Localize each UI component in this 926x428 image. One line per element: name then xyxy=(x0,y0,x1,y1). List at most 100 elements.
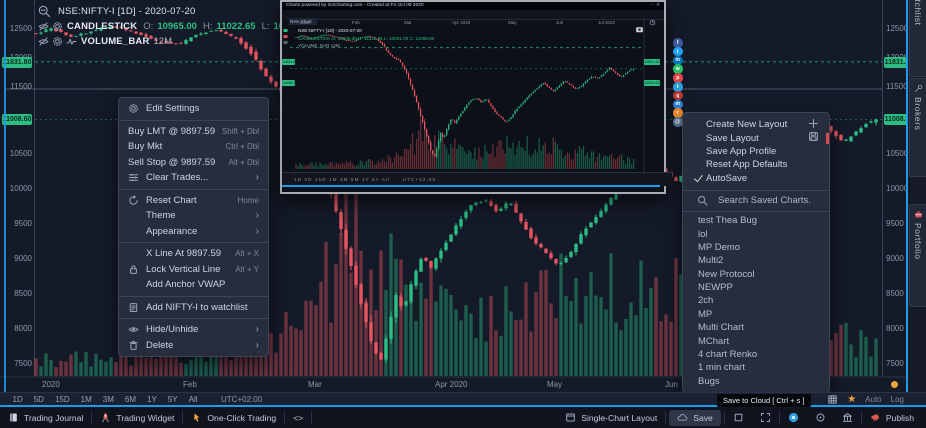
saved-chart-item[interactable]: MChart xyxy=(683,334,829,347)
toolbar-button-publish[interactable]: Publish xyxy=(862,408,922,428)
toolbar-button-[interactable]: <> xyxy=(285,408,311,428)
saved-chart-item[interactable]: 1 min chart xyxy=(683,361,829,374)
price-tag: 11008.60 xyxy=(2,114,32,125)
eye-slash-icon[interactable] xyxy=(38,21,49,32)
menu-item-sell-stop-9897-59[interactable]: Sell Stop @ 9897.59Alt + Dbl xyxy=(119,155,268,171)
menu-item-delete[interactable]: Delete› xyxy=(119,338,268,354)
layout-menu-item-label: AutoSave xyxy=(706,173,819,184)
preview-accent-line xyxy=(282,185,660,187)
layout-menu-item-reset-app-defaults[interactable]: Reset App Defaults xyxy=(683,158,829,171)
sidebar-tab-label: Brokers xyxy=(913,97,923,131)
open-value: 10965.00 xyxy=(157,21,197,32)
gear-icon[interactable] xyxy=(52,36,63,47)
toolbar-button-trading-journal[interactable]: Trading Journal xyxy=(0,408,91,428)
sidebar-tab-portfolio[interactable]: Portfolio xyxy=(909,204,926,307)
price-label: 9000 xyxy=(886,254,904,263)
submenu-chevron-icon: › xyxy=(256,172,259,183)
star-icon[interactable]: ★ xyxy=(847,395,856,405)
menu-item-edit-settings[interactable]: Edit Settings xyxy=(119,101,268,117)
sidebar-tab-brokers[interactable]: Brokers xyxy=(909,78,926,177)
menu-item-shortcut: Alt + X xyxy=(235,249,259,258)
saved-chart-item[interactable]: 4 chart Renko xyxy=(683,348,829,361)
zoom-out-icon[interactable] xyxy=(38,5,51,18)
menu-item-appearance[interactable]: Appearance› xyxy=(119,224,268,240)
eye-slash-icon[interactable] xyxy=(38,36,49,47)
timeframe-button-5y[interactable]: 5Y xyxy=(162,395,183,404)
timeframe-button-1m[interactable]: 1M xyxy=(75,395,97,404)
menu-item-x-line-at-9897-59[interactable]: X Line At 9897.59Alt + X xyxy=(119,246,268,262)
layout-menu-item-create-new-layout[interactable]: Create New Layout xyxy=(683,118,829,131)
layout-menu-item-autosave[interactable]: AutoSave xyxy=(683,172,829,185)
menu-item-hide-unhide[interactable]: Hide/Unhide› xyxy=(119,322,268,338)
camera-icon[interactable] xyxy=(635,25,644,34)
menu-item-add-nifty-i-to-watchlist[interactable]: Add NIFTY-I to watchlist xyxy=(119,300,268,316)
toolbar-button-label: <> xyxy=(293,413,303,423)
toolbar-button-one-click-trading[interactable]: One-Click Trading xyxy=(183,408,284,428)
saved-chart-item[interactable]: Bugs xyxy=(683,375,829,388)
doc-plus-icon xyxy=(128,302,139,313)
toolbar-button-trading-widget[interactable]: Trading Widget xyxy=(92,408,182,428)
saved-chart-item[interactable]: NEWPP xyxy=(683,281,829,294)
preview-ohlc: CANDLESTICK O: 10965.00 H: 11022.65 L: 1… xyxy=(298,36,434,41)
toolbar-button-ring[interactable] xyxy=(807,408,834,428)
menu-item-buy-lmt-9897-59[interactable]: Buy LMT @ 9897.59Shift + Dbl xyxy=(119,124,268,140)
layout-icon xyxy=(565,412,576,423)
timeframe-button-1d[interactable]: 1D xyxy=(7,395,28,404)
timezone-label[interactable]: UTC+02:00 xyxy=(221,395,262,404)
bottom-toolbar: Trading JournalTrading WidgetOne-Click T… xyxy=(0,408,926,428)
menu-item-label: Reset Chart xyxy=(146,195,238,206)
timeframe-button-15d[interactable]: 15D xyxy=(49,395,75,404)
toolbar-button-single-chart-layout[interactable]: Single-Chart Layout xyxy=(557,408,665,428)
menu-item-add-anchor-vwap[interactable]: Add Anchor VWAP xyxy=(119,277,268,293)
menu-item-shortcut: Ctrl + Dbl xyxy=(225,142,259,151)
grid-layout-icon[interactable] xyxy=(827,394,838,405)
toolbar-button-expand[interactable] xyxy=(752,408,779,428)
timeframe-button-3m[interactable]: 3M xyxy=(97,395,119,404)
saved-chart-item[interactable]: Multi Chart xyxy=(683,321,829,334)
auto-scale-button[interactable]: Auto xyxy=(865,395,881,404)
sidebar-tab-watchlist[interactable]: Watchlist xyxy=(909,0,926,77)
timeframe-button-6m[interactable]: 6M xyxy=(119,395,141,404)
toolbar-button-save[interactable]: Save xyxy=(669,410,721,426)
menu-item-clear-trades[interactable]: Clear Trades...› xyxy=(119,170,268,186)
share-quora-icon[interactable]: q xyxy=(673,91,683,101)
search-icon xyxy=(697,195,708,206)
preview-month-label: May xyxy=(508,20,517,25)
toolbar-button-square[interactable] xyxy=(725,408,752,428)
saved-chart-item[interactable]: test Thea Bug xyxy=(683,214,829,227)
preview-mini-chart xyxy=(282,19,660,172)
menu-item-theme[interactable]: Theme› xyxy=(119,208,268,224)
layout-menu-item-save-layout[interactable]: Save Layout xyxy=(683,131,829,144)
price-label: 8000 xyxy=(8,324,32,333)
menu-item-lock-vertical-line[interactable]: Lock Vertical LineAlt + Y xyxy=(119,262,268,278)
menu-item-label: Buy LMT @ 9897.59 xyxy=(128,126,222,137)
right-sidebar: Watchlist Brokers Portfolio xyxy=(906,0,926,407)
saved-chart-item[interactable]: Multi2 xyxy=(683,254,829,267)
saved-chart-item[interactable]: 2ch xyxy=(683,294,829,307)
time-label: Jun xyxy=(665,380,678,389)
toolbar-button-label: Publish xyxy=(886,413,914,423)
window-controls[interactable]: – ✕ xyxy=(650,2,664,10)
search-input[interactable] xyxy=(716,194,830,207)
gear-icon[interactable] xyxy=(52,21,63,32)
saved-charts-search[interactable] xyxy=(683,190,829,212)
price-label: 7500 xyxy=(886,359,904,368)
layout-menu-item-save-app-profile[interactable]: Save App Profile xyxy=(683,145,829,158)
price-label: 12500 xyxy=(886,24,908,33)
menu-item-reset-chart[interactable]: Reset ChartHome xyxy=(119,193,268,209)
saved-chart-item[interactable]: New Protocol xyxy=(683,268,829,281)
log-scale-button[interactable]: Log xyxy=(891,395,904,404)
saved-chart-item[interactable]: lol xyxy=(683,227,829,240)
time-label: 2020 xyxy=(42,380,60,389)
menu-item-buy-mkt[interactable]: Buy MktCtrl + Dbl xyxy=(119,139,268,155)
time-label: Apr 2020 xyxy=(435,380,467,389)
saved-chart-item[interactable]: MP Demo xyxy=(683,241,829,254)
timeframe-button-5d[interactable]: 5D xyxy=(28,395,49,404)
timeframe-button-1y[interactable]: 1Y xyxy=(142,395,163,404)
toolbar-button-bank[interactable] xyxy=(834,408,861,428)
share-twitter-icon[interactable]: t xyxy=(673,47,683,57)
saved-chart-item[interactable]: MP xyxy=(683,308,829,321)
timeframe-button-all[interactable]: All xyxy=(183,395,203,404)
toolbar-button-snapshot[interactable] xyxy=(780,408,807,428)
volume-value: 12M xyxy=(154,36,172,47)
